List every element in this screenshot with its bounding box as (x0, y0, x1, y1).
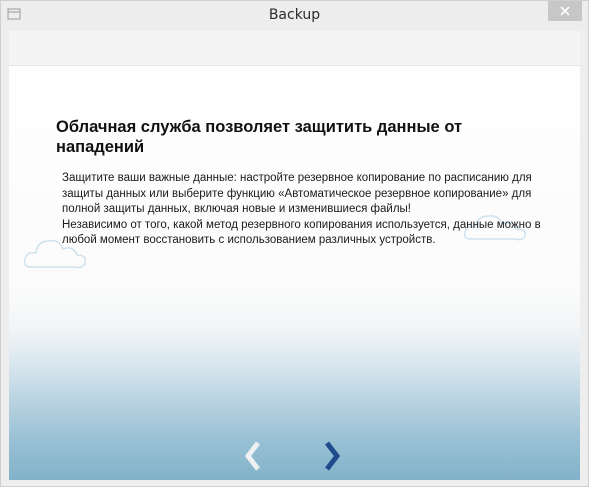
back-button[interactable] (241, 439, 265, 473)
page-heading: Облачная служба позволяет защитить данны… (56, 118, 463, 156)
header-band (9, 31, 580, 66)
chevron-right-icon (325, 441, 341, 471)
backup-window: Backup Облачная служба позволяет защитит… (0, 0, 589, 487)
next-button[interactable] (320, 439, 344, 473)
description-paragraph-1: Защитите ваши важные данные: настройте р… (62, 172, 532, 215)
description-paragraph-2: Независимо от того, какой метод резервно… (62, 218, 541, 247)
content-panel: Облачная служба позволяет защитить данны… (9, 31, 580, 480)
chevron-left-icon (244, 441, 260, 471)
close-x-icon (560, 6, 570, 16)
title-bar[interactable]: Backup (1, 1, 588, 31)
window-title: Backup (268, 7, 321, 23)
description-text: Защитите ваши важные данные: настройте р… (62, 171, 542, 249)
close-button[interactable] (548, 1, 582, 21)
